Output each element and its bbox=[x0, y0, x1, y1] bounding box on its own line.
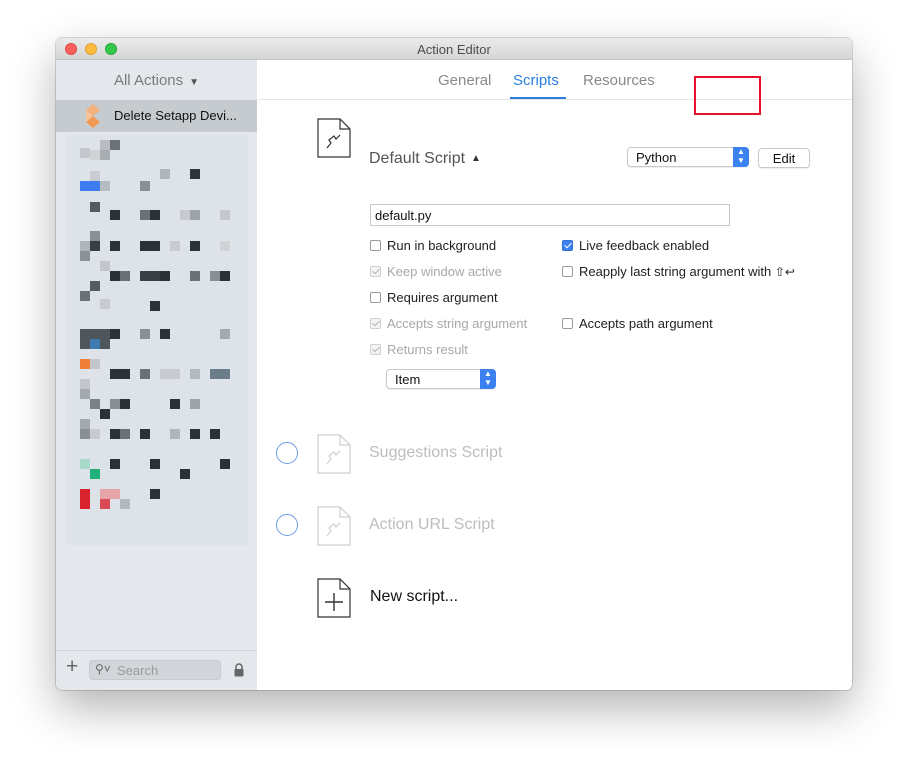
setapp-icon bbox=[86, 104, 100, 128]
language-select[interactable]: Python ▲ ▼ bbox=[627, 147, 749, 167]
action-url-script-radio[interactable] bbox=[276, 514, 298, 536]
option-label: Requires argument bbox=[387, 290, 498, 305]
option-accepts-string-argument: Accepts string argument bbox=[370, 316, 527, 331]
option-label: Returns result bbox=[387, 342, 468, 357]
sidebar: All Actions ▼ Delete Setapp Devi... + ⚲˅… bbox=[56, 60, 257, 690]
option-keep-window-active: Keep window active bbox=[370, 264, 502, 279]
chevron-up-icon: ▲ bbox=[471, 153, 481, 164]
tab-resources[interactable]: Resources bbox=[583, 72, 655, 89]
option-label: Accepts string argument bbox=[387, 316, 528, 331]
tab-scripts[interactable]: Scripts bbox=[513, 72, 559, 89]
search-placeholder: Search bbox=[117, 663, 159, 678]
default-script-title: Default Script bbox=[369, 150, 466, 167]
tab-general[interactable]: General bbox=[438, 72, 491, 89]
option-label: Accepts path argument bbox=[579, 316, 713, 331]
script-document-icon bbox=[317, 434, 351, 474]
checkbox[interactable] bbox=[562, 240, 573, 251]
main-panel: General Scripts Resources Default Script… bbox=[257, 60, 852, 690]
suggestions-script-title[interactable]: Suggestions Script bbox=[369, 444, 502, 462]
option-live-feedback[interactable]: Live feedback enabled bbox=[562, 238, 709, 253]
result-type-value: Item bbox=[395, 372, 421, 387]
checkbox[interactable] bbox=[562, 318, 573, 329]
option-label: Live feedback enabled bbox=[579, 238, 710, 253]
search-icon: ⚲˅ bbox=[95, 662, 111, 676]
new-script-button[interactable]: New script... bbox=[370, 588, 458, 606]
all-actions-dropdown[interactable]: All Actions ▼ bbox=[56, 72, 257, 89]
option-requires-argument[interactable]: Requires argument bbox=[370, 290, 498, 305]
edit-button-highlight bbox=[694, 76, 761, 115]
checkbox bbox=[370, 344, 381, 355]
sidebar-item-label: Delete Setapp Devi... bbox=[114, 108, 237, 123]
chevron-down-icon: ▼ bbox=[189, 77, 200, 88]
shift-return-shortcut: ⇧↩ bbox=[774, 265, 795, 279]
script-filename-value: default.py bbox=[375, 208, 432, 223]
script-document-icon bbox=[317, 506, 351, 546]
script-document-icon bbox=[317, 118, 351, 158]
option-run-in-background[interactable]: Run in background bbox=[370, 238, 496, 253]
option-label: Run in background bbox=[387, 238, 497, 253]
checkbox[interactable] bbox=[562, 266, 573, 277]
plus-icon[interactable]: + bbox=[66, 656, 78, 677]
active-tab-indicator bbox=[510, 97, 566, 99]
blurred-action-list[interactable] bbox=[66, 135, 248, 545]
title-bar: Action Editor bbox=[56, 38, 852, 60]
suggestions-script-radio[interactable] bbox=[276, 442, 298, 464]
popup-arrows-icon: ▲ ▼ bbox=[480, 369, 496, 389]
window-title: Action Editor bbox=[417, 42, 491, 57]
option-reapply-last-string[interactable]: Reapply last string argument with ⇧↩ bbox=[562, 264, 795, 279]
new-script-icon[interactable] bbox=[317, 578, 351, 618]
checkbox[interactable] bbox=[370, 292, 381, 303]
sidebar-item-selected[interactable]: Delete Setapp Devi... bbox=[56, 100, 257, 132]
checkbox bbox=[370, 266, 381, 277]
script-filename-field[interactable]: default.py bbox=[370, 204, 730, 226]
option-label: Keep window active bbox=[387, 264, 502, 279]
sidebar-footer: + ⚲˅ Search bbox=[56, 650, 257, 690]
action-url-script-title[interactable]: Action URL Script bbox=[369, 516, 495, 534]
checkbox[interactable] bbox=[370, 240, 381, 251]
default-script-toggle[interactable]: Default Script ▲ bbox=[369, 150, 481, 168]
search-field[interactable]: ⚲˅ Search bbox=[89, 660, 221, 680]
option-returns-result: Returns result bbox=[370, 342, 468, 357]
language-select-value: Python bbox=[636, 150, 677, 165]
edit-button[interactable]: Edit bbox=[758, 148, 810, 168]
result-type-select[interactable]: Item ▲ ▼ bbox=[386, 369, 496, 389]
action-editor-window: Action Editor All Actions ▼ Delete Setapp… bbox=[56, 38, 852, 690]
option-label: Reapply last string argument with bbox=[579, 264, 772, 279]
checkbox bbox=[370, 318, 381, 329]
all-actions-label: All Actions bbox=[113, 72, 184, 89]
popup-arrows-icon: ▲ ▼ bbox=[733, 147, 749, 167]
tab-bar: General Scripts Resources bbox=[257, 60, 852, 100]
option-accepts-path-argument[interactable]: Accepts path argument bbox=[562, 316, 713, 331]
lock-icon[interactable] bbox=[234, 663, 244, 677]
